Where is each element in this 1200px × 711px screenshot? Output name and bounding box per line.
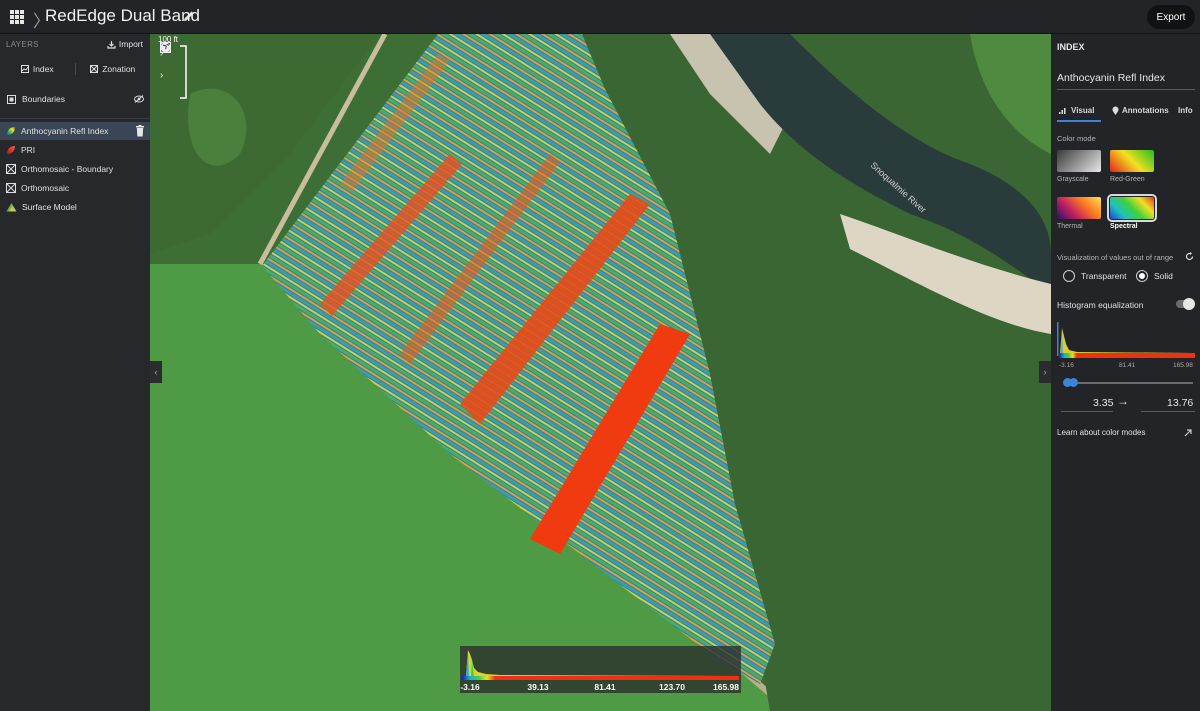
range-slider-max-handle[interactable] xyxy=(1069,378,1078,387)
trash-icon[interactable] xyxy=(135,125,145,137)
legend-ticks: -3.16 39.13 81.41 123.70 165.98 xyxy=(460,682,741,692)
color-mode-label: Red-Green xyxy=(1110,176,1145,183)
histogram-eq-label: Histogram equalization xyxy=(1057,300,1144,310)
orthomosaic-icon xyxy=(6,183,16,193)
layer-item-anthocyanin[interactable]: Anthocyanin Refl Index xyxy=(0,122,150,140)
top-bar: 〉 RedEdge Dual Band Export xyxy=(0,0,1200,34)
hist-tick: 165.98 xyxy=(1173,362,1193,369)
export-button[interactable]: Export xyxy=(1147,5,1195,29)
import-icon xyxy=(107,40,116,49)
out-of-range-label: Visualization of values out of range xyxy=(1057,253,1174,262)
color-mode-label: Grayscale xyxy=(1057,176,1089,183)
legend-tick: 123.70 xyxy=(659,682,685,692)
zonation-icon xyxy=(90,65,99,73)
hist-tick: -3.16 xyxy=(1059,362,1074,369)
solid-radio[interactable]: Solid xyxy=(1136,270,1173,282)
layer-item-pri[interactable]: PRI xyxy=(0,141,150,159)
project-title: RedEdge Dual Band xyxy=(45,6,201,25)
layer-label: Anthocyanin Refl Index xyxy=(21,126,109,136)
index-icon xyxy=(20,65,29,73)
map-canvas[interactable]: Snoqualmie River xyxy=(150,34,1051,711)
hist-tick: 81.41 xyxy=(1119,362,1136,369)
index-header: INDEX xyxy=(1057,42,1085,52)
import-button[interactable]: Import xyxy=(107,39,143,49)
layer-label: Surface Model xyxy=(22,202,77,212)
boundaries-label: Boundaries xyxy=(22,94,66,104)
transparent-radio[interactable]: Transparent xyxy=(1063,270,1127,282)
color-mode-label: Color mode xyxy=(1057,134,1096,143)
layer-item-surface-model[interactable]: Surface Model xyxy=(0,198,150,216)
active-tab-indicator xyxy=(1057,120,1101,122)
tab-label: Annotations xyxy=(1122,106,1169,115)
radio-label: Solid xyxy=(1154,271,1173,281)
zonation-button[interactable]: Zonation xyxy=(76,64,151,74)
name-underline xyxy=(1057,89,1195,90)
color-legend: -3.16 39.13 81.41 123.70 165.98 xyxy=(460,646,741,693)
zonation-label: Zonation xyxy=(102,64,136,74)
layer-label: Orthomosaic xyxy=(21,183,70,193)
layer-type-buttons: Index Zonation xyxy=(0,58,150,80)
pin-icon xyxy=(1112,106,1119,115)
histogram: -3.16 81.41 165.98 xyxy=(1057,322,1195,369)
layers-panel: LAYERS Import Index Zonation Boundaries … xyxy=(0,34,150,711)
legend-tick: -3.16 xyxy=(460,682,480,692)
boundaries-layer[interactable]: Boundaries xyxy=(0,90,150,108)
chart-icon xyxy=(1059,108,1066,114)
input-underline xyxy=(1141,411,1195,412)
index-label: Index xyxy=(32,64,54,74)
index-panel: INDEX Anthocyanin Refl Index Visual Anno… xyxy=(1051,34,1200,711)
legend-tick: 81.41 xyxy=(594,682,616,692)
range-max-input[interactable]: 13.76 xyxy=(1167,397,1193,409)
range-slider-track[interactable] xyxy=(1065,382,1193,384)
layer-item-orthomosaic-boundary[interactable]: Orthomosaic - Boundary xyxy=(0,160,150,178)
color-mode-spectral[interactable] xyxy=(1107,194,1157,222)
red-leaf-icon xyxy=(7,146,15,154)
scale-bar: 100 ft xyxy=(158,35,187,99)
learn-color-modes-link[interactable]: Learn about color modes xyxy=(1057,428,1146,437)
tab-visual[interactable]: Visual xyxy=(1059,106,1094,115)
reset-icon[interactable] xyxy=(1185,252,1194,261)
collapse-left-handle[interactable]: ‹ xyxy=(150,361,162,383)
layer-label: Orthomosaic - Boundary xyxy=(21,164,114,174)
radio-label: Transparent xyxy=(1081,271,1127,281)
color-mode-red-green[interactable] xyxy=(1110,150,1154,172)
edit-pencil-icon[interactable] xyxy=(182,9,196,23)
map-view[interactable]: Snoqualmie River › › ‹ › 100 ft -3.16 39… xyxy=(150,34,1051,711)
legend-histogram xyxy=(462,650,739,680)
collapse-right-handle[interactable]: › xyxy=(1039,361,1051,383)
external-link-icon[interactable] xyxy=(1184,429,1192,437)
surface-model-icon xyxy=(6,203,17,212)
orthomosaic-icon xyxy=(6,164,16,174)
import-label: Import xyxy=(118,39,143,49)
layer-item-orthomosaic[interactable]: Orthomosaic xyxy=(0,179,150,197)
legend-tick: 39.13 xyxy=(527,682,549,692)
color-mode-label: Thermal xyxy=(1057,223,1083,230)
index-button[interactable]: Index xyxy=(0,64,75,74)
tab-label: Visual xyxy=(1071,106,1095,115)
layer-name-field[interactable]: Anthocyanin Refl Index xyxy=(1057,72,1165,84)
tab-label: Info xyxy=(1178,106,1193,115)
arrow-right-icon: → xyxy=(1117,394,1129,408)
color-mode-thermal[interactable] xyxy=(1057,197,1101,219)
panel-tabs: Visual Annotations Info xyxy=(1057,106,1200,122)
legend-tick: 165.98 xyxy=(713,682,739,692)
layer-label: PRI xyxy=(21,145,36,155)
color-mode-grayscale[interactable] xyxy=(1057,150,1101,172)
apps-grid-icon[interactable] xyxy=(10,10,24,24)
radio-circle xyxy=(1063,270,1075,282)
tab-annotations[interactable]: Annotations xyxy=(1112,106,1169,115)
layers-header: LAYERS xyxy=(6,40,39,49)
boundaries-icon xyxy=(7,94,16,104)
range-min-input[interactable]: 3.35 xyxy=(1093,397,1113,409)
radio-circle-selected xyxy=(1136,270,1148,282)
spectral-leaf-icon xyxy=(7,127,15,135)
tab-info[interactable]: Info xyxy=(1178,106,1193,115)
visibility-off-icon[interactable] xyxy=(134,95,144,103)
scale-label: 100 ft xyxy=(158,35,179,44)
color-mode-label: Spectral xyxy=(1110,223,1138,230)
panel-divider xyxy=(0,118,150,119)
input-underline xyxy=(1061,411,1113,412)
histogram-eq-toggle[interactable] xyxy=(1176,298,1195,310)
